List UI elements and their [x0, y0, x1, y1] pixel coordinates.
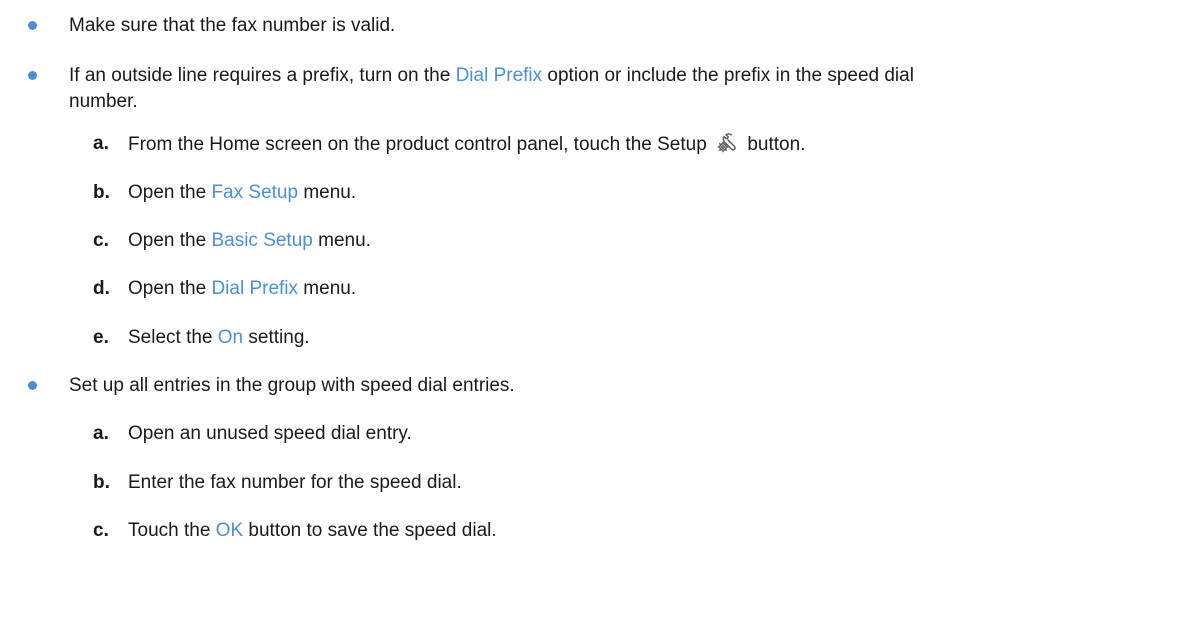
- bullet-dot: [28, 71, 37, 80]
- step-text: Open the Basic Setup menu.: [128, 230, 371, 251]
- step-text: Select the On setting.: [128, 327, 310, 348]
- dial-prefix-menu-ref: Dial Prefix: [211, 278, 299, 299]
- on-setting-ref: On: [217, 327, 244, 348]
- setup-wrench-gear-icon: [715, 131, 739, 163]
- step-letter: b.: [93, 472, 110, 493]
- bullet-text: Set up all entries in the group with spe…: [69, 375, 515, 396]
- step-text: Open an unused speed dial entry.: [128, 423, 412, 444]
- bullet-text: If an outside line requires a prefix, tu…: [69, 65, 914, 86]
- step-text: Open the Fax Setup menu.: [128, 182, 357, 203]
- step-text: Enter the fax number for the speed dial.: [128, 472, 462, 493]
- step-letter: c.: [93, 520, 109, 541]
- bullet-dot: [28, 21, 37, 30]
- dial-prefix-option-ref: Dial Prefix: [455, 65, 543, 86]
- bullet-dot: [28, 381, 37, 390]
- ok-button-ref: OK: [215, 520, 244, 541]
- step-letter: c.: [93, 230, 109, 251]
- step-letter: e.: [93, 327, 109, 348]
- bullet-text: Make sure that the fax number is valid.: [69, 15, 396, 36]
- step-letter: d.: [93, 278, 110, 299]
- step-letter: a.: [93, 133, 109, 154]
- bullet-text-continued: number.: [69, 91, 138, 112]
- step-text: Open the Dial Prefix menu.: [128, 278, 357, 299]
- step-letter: a.: [93, 423, 109, 444]
- step-text: Touch the OK button to save the speed di…: [128, 520, 497, 541]
- basic-setup-menu-ref: Basic Setup: [211, 230, 313, 251]
- fax-setup-menu-ref: Fax Setup: [211, 182, 299, 203]
- step-text: From the Home screen on the product cont…: [128, 131, 805, 163]
- step-letter: b.: [93, 182, 110, 203]
